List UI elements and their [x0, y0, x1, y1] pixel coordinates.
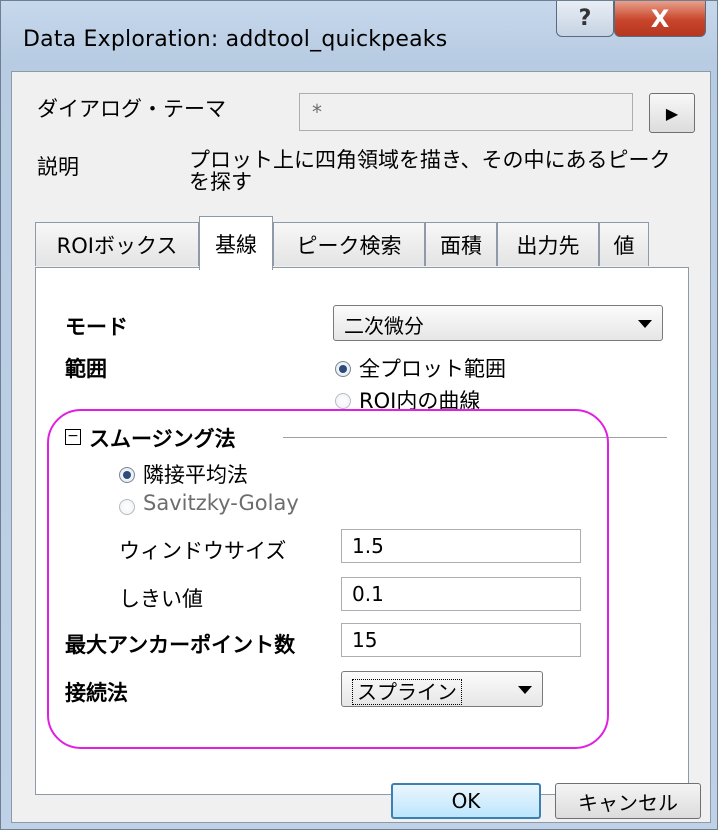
range-roi-curve-label: ROI内の曲線 — [359, 389, 481, 413]
window-title: Data Exploration: addtool_quickpeaks — [23, 27, 448, 52]
smoothing-adjacent-avg-label: 隣接平均法 — [143, 463, 248, 487]
window-size-label: ウィンドウサイズ — [119, 539, 287, 563]
smoothing-savitzky-radio[interactable] — [119, 499, 135, 515]
smoothing-group-label: スムージング法 — [89, 427, 236, 451]
description-label: 説明 — [37, 155, 79, 179]
chevron-down-icon — [518, 686, 532, 694]
connect-method-select[interactable]: スプライン — [341, 671, 543, 707]
connect-method-label: 接続法 — [65, 681, 128, 705]
cancel-button[interactable]: キャンセル — [555, 783, 701, 819]
theme-field[interactable]: * — [299, 93, 633, 131]
tab-baseline[interactable]: 基線 — [199, 216, 273, 270]
range-all-plot-radio[interactable] — [335, 361, 351, 377]
connect-method-value: スプライン — [352, 679, 462, 705]
close-icon: X — [650, 4, 670, 33]
title-bar[interactable]: Data Exploration: addtool_quickpeaks ? X — [1, 1, 717, 71]
max-anchor-input[interactable]: 15 — [341, 623, 581, 657]
mode-select[interactable]: 二次微分 — [333, 305, 663, 341]
group-divider — [283, 437, 667, 438]
tab-output[interactable]: 出力先 — [497, 222, 599, 266]
range-label: 範囲 — [65, 357, 107, 381]
range-all-plot-label: 全プロット範囲 — [359, 357, 506, 381]
chevron-down-icon — [638, 320, 652, 328]
description-line-2: を探す — [189, 170, 252, 194]
collapse-icon[interactable]: − — [65, 429, 81, 445]
tab-values[interactable]: 値 — [599, 222, 649, 266]
max-anchor-label: 最大アンカーポイント数 — [65, 633, 296, 657]
ok-button[interactable]: OK — [391, 783, 541, 819]
mode-select-value: 二次微分 — [344, 314, 424, 338]
description-line-1: プロット上に四角領域を描き、その中にあるピーク — [189, 148, 671, 172]
description-text: プロット上に四角領域を描き、その中にあるピーク を探す — [189, 149, 709, 193]
dialog-window: Data Exploration: addtool_quickpeaks ? X… — [0, 0, 718, 830]
smoothing-adjacent-avg-radio[interactable] — [119, 467, 135, 483]
mode-label: モード — [65, 315, 128, 339]
window-size-input[interactable]: 1.5 — [341, 529, 581, 563]
help-icon: ? — [578, 6, 592, 31]
tab-peak-search[interactable]: ピーク検索 — [273, 222, 425, 266]
play-arrow-icon: ▶ — [665, 103, 679, 123]
smoothing-savitzky-label: Savitzky-Golay — [143, 491, 299, 515]
threshold-label: しきい値 — [119, 587, 203, 611]
range-roi-curve-radio[interactable] — [335, 393, 351, 409]
theme-menu-button[interactable]: ▶ — [649, 93, 695, 133]
tab-roi-box[interactable]: ROIボックス — [35, 222, 199, 266]
close-button[interactable]: X — [614, 1, 706, 37]
tab-area[interactable]: 面積 — [425, 222, 497, 266]
threshold-input[interactable]: 0.1 — [341, 577, 581, 611]
theme-label: ダイアログ・テーマ — [37, 97, 226, 121]
help-button[interactable]: ? — [556, 1, 614, 37]
